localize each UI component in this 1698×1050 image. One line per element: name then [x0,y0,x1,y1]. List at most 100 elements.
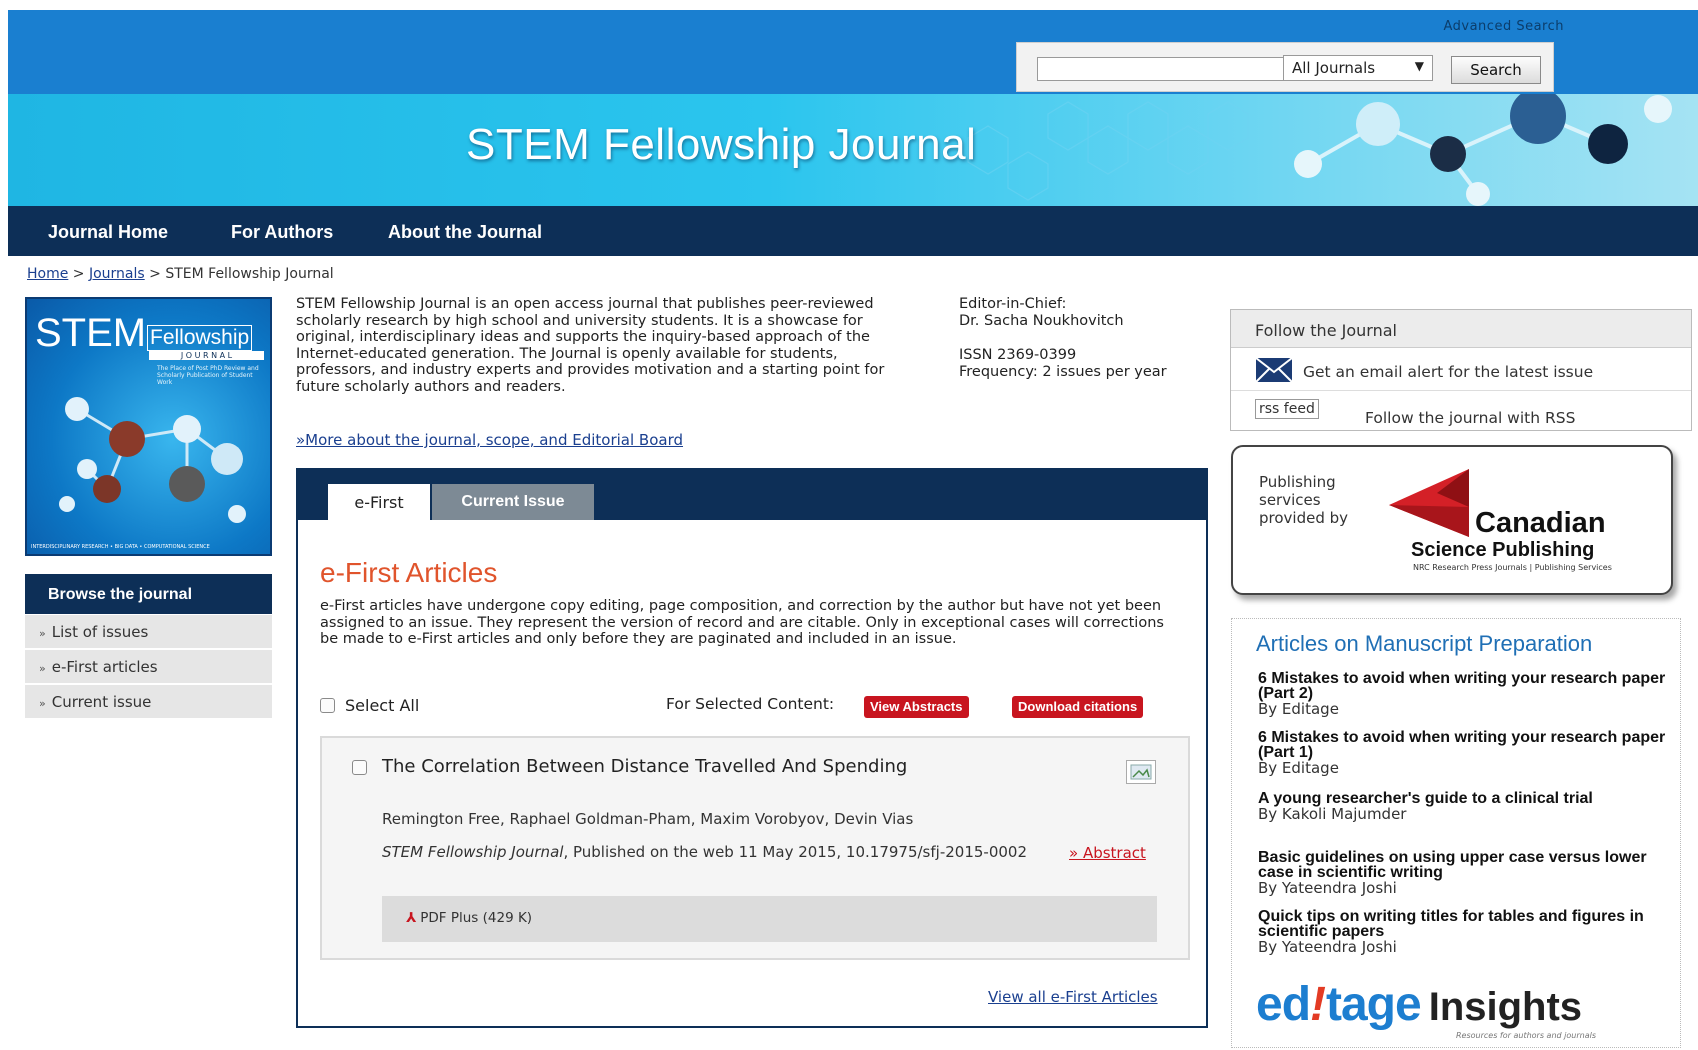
breadcrumb-home-link[interactable]: Home [27,266,68,282]
article-checkbox[interactable] [352,760,367,775]
for-selected-label: For Selected Content: [666,695,835,713]
dropdown-arrow-icon: ▼ [1414,59,1424,73]
pdf-plus-label: PDF Plus (429 K) [420,910,533,926]
download-citations-button[interactable]: Download citations [1012,696,1144,718]
nav-about-journal[interactable]: About the Journal [388,222,542,243]
browse-current-issue[interactable]: » Current issue [25,685,272,718]
journal-select[interactable]: All Journals ▼ [1283,55,1433,81]
page: Advanced Search All Journals ▼ Search ST… [0,0,1698,1050]
manuscript-article-author: By Yateendra Joshi [1258,938,1397,956]
editage-insights-logo[interactable]: ed!tage Insights [1256,977,1582,1032]
journal-select-value: All Journals [1292,59,1376,77]
journal-cover-image[interactable]: STEM Fellowship J O U R N A L The Place … [25,297,272,556]
editor-info: Editor-in-Chief: Dr. Sacha Noukhovitch I… [959,296,1167,381]
tab-efirst[interactable]: e-First [328,484,430,522]
manuscript-article-link[interactable]: Basic guidelines on using upper case ver… [1258,850,1668,881]
article-journal-name: STEM Fellowship Journal [382,843,564,861]
list-item: 6 Mistakes to avoid when writing your re… [1258,730,1668,777]
breadcrumb-separator: > [68,266,89,282]
browse-efirst-articles[interactable]: » e-First articles [25,650,272,683]
editor-name: Dr. Sacha Noukhovitch [959,313,1124,329]
chevron-right-icon: » [39,627,46,640]
manuscript-article-author: By Yateendra Joshi [1258,879,1397,897]
tab-current-issue[interactable]: Current Issue [432,484,594,520]
panel-tab-bar: e-First Current Issue [298,470,1206,522]
manuscript-article-link[interactable]: 6 Mistakes to avoid when writing your re… [1258,730,1668,761]
list-item: Basic guidelines on using upper case ver… [1258,850,1668,897]
nav-for-authors[interactable]: For Authors [231,222,333,243]
journal-banner: STEM Fellowship Journal [8,94,1698,206]
select-all-control[interactable]: Select All [320,696,419,715]
select-all-label: Select All [345,696,420,715]
editor-label: Editor-in-Chief: [959,296,1067,312]
rss-row[interactable]: rss feed Follow the journal with RSS [1231,391,1691,433]
broken-image-icon [1126,760,1156,784]
breadcrumb-journals-link[interactable]: Journals [89,266,145,282]
nav-journal-home[interactable]: Journal Home [48,222,168,243]
logo-exclamation-text: ! [1310,978,1326,1031]
manuscript-articles-box: Articles on Manuscript Preparation 6 Mis… [1231,618,1681,1048]
article-authors: Remington Free, Raphael Goldman-Pham, Ma… [382,810,914,828]
advanced-search-link[interactable]: Advanced Search [1443,19,1564,34]
chevron-right-icon: » [39,697,46,710]
browse-item-label: Current issue [51,693,152,711]
article-citation: STEM Fellowship Journal, Published on th… [382,844,1042,860]
email-alert-label: Get an email alert for the latest issue [1303,363,1594,381]
pdf-download-bar: ⅄ PDF Plus (429 K) [382,896,1157,942]
main-nav: Journal Home For Authors About the Journ… [8,206,1698,256]
envelope-icon [1255,357,1293,383]
list-item: A young researcher's guide to a clinical… [1258,791,1668,823]
efirst-description: e-First articles have undergone copy edi… [320,598,1164,647]
manuscript-article-author: By Editage [1258,759,1339,777]
breadcrumb-separator: > [144,266,166,282]
follow-journal-box: Follow the Journal Get an email alert fo… [1230,309,1692,431]
manuscript-article-author: By Editage [1258,700,1339,718]
pdf-plus-link[interactable]: ⅄ PDF Plus (429 K) [406,910,532,926]
publisher-tagline: NRC Research Press Journals | Publishing… [1413,563,1612,572]
abstract-link[interactable]: » Abstract [1069,844,1146,862]
more-about-journal-link[interactable]: »More about the journal, scope, and Edit… [296,431,683,449]
image-placeholder-icon [1130,764,1152,780]
publisher-subname: Science Publishing [1411,539,1595,561]
select-all-checkbox[interactable] [320,698,335,713]
cover-molecule-graphic [59,397,246,523]
search-box: All Journals ▼ Search [1016,42,1554,92]
browse-journal-heading: Browse the journal [25,574,272,614]
publisher-box[interactable]: Publishing services provided by Canadian… [1231,445,1673,595]
manuscript-heading: Articles on Manuscript Preparation [1256,631,1593,656]
journal-description: STEM Fellowship Journal is an open acces… [296,296,885,395]
manuscript-article-author: By Kakoli Majumder [1258,805,1407,823]
manuscript-article-link[interactable]: A young researcher's guide to a clinical… [1258,791,1668,807]
article-card: The Correlation Between Distance Travell… [320,736,1190,960]
browse-item-label: List of issues [51,623,149,641]
frequency-text: Frequency: 2 issues per year [959,364,1167,380]
browse-list-of-issues[interactable]: » List of issues [25,615,272,648]
breadcrumb-current: STEM Fellowship Journal [165,266,334,282]
list-item: Quick tips on writing titles for tables … [1258,909,1668,956]
view-abstracts-button[interactable]: View Abstracts [864,696,969,718]
logo-tage-text: tage [1326,978,1422,1031]
publisher-name: Canadian [1475,507,1606,539]
list-item: 6 Mistakes to avoid when writing your re… [1258,671,1668,718]
article-citation-details: , Published on the web 11 May 2015, 10.1… [563,843,1027,861]
efirst-heading: e-First Articles [320,557,498,588]
cover-footer: INTERDISCIPLINARY RESEARCH • BIG DATA • … [31,544,210,550]
email-alert-row[interactable]: Get an email alert for the latest issue [1231,349,1691,391]
view-all-efirst-link[interactable]: View all e-First Articles [988,988,1158,1006]
manuscript-article-link[interactable]: Quick tips on writing titles for tables … [1258,909,1668,940]
article-title[interactable]: The Correlation Between Distance Travell… [382,756,907,777]
follow-journal-heading: Follow the Journal [1231,310,1691,348]
chevron-right-icon: » [39,662,46,675]
issn-text: ISSN 2369-0399 [959,347,1077,363]
manuscript-article-link[interactable]: 6 Mistakes to avoid when writing your re… [1258,671,1668,702]
banner-title: STEM Fellowship Journal [466,120,977,169]
publishing-services-label: Publishing services provided by [1259,473,1349,527]
browse-item-label: e-First articles [51,658,158,676]
logo-insights-text: Insights [1428,985,1583,1029]
search-input[interactable] [1037,57,1291,81]
logo-ed-text: ed [1256,978,1311,1031]
rss-feed-icon: rss feed [1255,399,1319,419]
editage-subtitle: Resources for authors and journals [1456,1031,1596,1040]
articles-panel: e-First Current Issue e-First Articles e… [296,468,1208,1028]
search-button[interactable]: Search [1451,56,1541,84]
